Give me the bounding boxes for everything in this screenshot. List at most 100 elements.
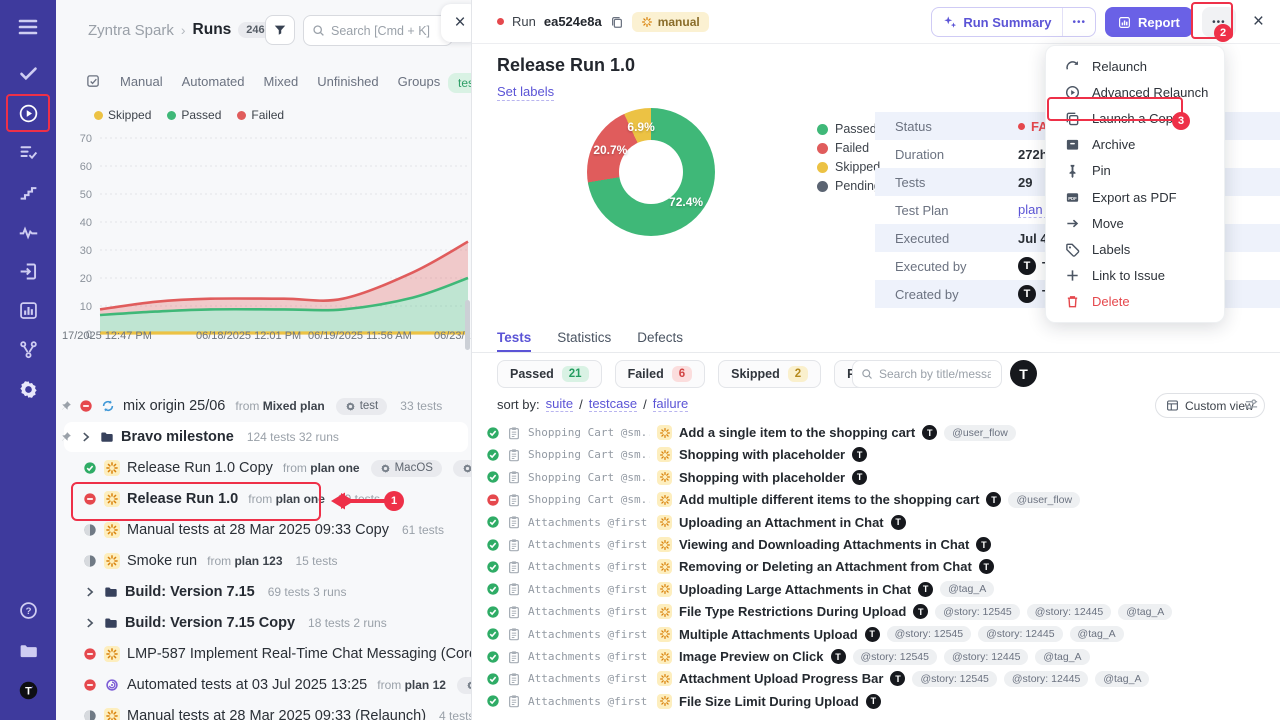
run-summary-button[interactable]: Run Summary ••• [931, 7, 1096, 37]
suite-name[interactable]: Attachments @first [528, 516, 650, 529]
run-tag[interactable]: test [457, 677, 472, 694]
sidebar-profile-logo[interactable]: T [12, 674, 44, 706]
test-title[interactable]: File Type Restrictions During Upload [679, 604, 906, 619]
test-tag[interactable]: @user_flow [1008, 492, 1080, 508]
set-labels-link[interactable]: Set labels [497, 84, 554, 101]
suite-name[interactable]: Shopping Cart @sm... [528, 493, 650, 506]
test-tag[interactable]: @user_flow [944, 425, 1016, 441]
test-tag[interactable]: @story: 12445 [1027, 604, 1111, 620]
test-row[interactable]: Shopping Cart @sm...Add a single item to… [486, 422, 1280, 443]
chevron-right-icon[interactable] [79, 430, 93, 444]
run-filter-tab-mixed[interactable]: Mixed [264, 74, 299, 89]
sort-link-failure[interactable]: failure [653, 396, 688, 412]
sidebar-tasks-icon[interactable] [12, 136, 44, 168]
test-row[interactable]: Attachments @first File Size Limit During… [486, 691, 1280, 712]
test-tag[interactable]: @tag_A [940, 581, 994, 597]
suite-name[interactable]: Shopping Cart @sm... [528, 471, 650, 484]
test-title[interactable]: Uploading Large Attachments in Chat [679, 582, 911, 597]
test-row[interactable]: Attachments @first Multiple Attachments U… [486, 624, 1280, 645]
test-title[interactable]: Multiple Attachments Upload [679, 627, 858, 642]
test-row[interactable]: Attachments @firstAttachment Upload Prog… [486, 668, 1280, 689]
copy-run-id-button[interactable] [610, 15, 624, 29]
run-list-item[interactable]: Release Run 1.0from plan one29 tests [64, 484, 468, 514]
test-tag[interactable]: @story: 12545 [887, 626, 971, 642]
filter-pill-failed[interactable]: Failed6 [615, 360, 706, 388]
suite-name[interactable]: Attachments @first [528, 672, 650, 685]
breadcrumb-project[interactable]: Zyntra Spark [88, 22, 174, 39]
view-settings-button[interactable] [1244, 397, 1259, 417]
test-tag[interactable]: @story: 12545 [912, 671, 996, 687]
user-avatar[interactable]: T [1010, 360, 1037, 387]
menu-item-move[interactable]: Move [1046, 210, 1224, 236]
suite-name[interactable]: Attachments @first [528, 583, 650, 596]
test-tag[interactable]: @tag_A [1035, 649, 1089, 665]
drawer-close-button[interactable]: × [441, 4, 472, 42]
breadcrumb-section[interactable]: Runs [193, 21, 232, 39]
sidebar-signin-icon[interactable] [12, 255, 44, 287]
sort-link-suite[interactable]: suite [546, 396, 573, 412]
suite-name[interactable]: Attachments @first [528, 695, 650, 708]
suite-name[interactable]: Attachments @first [528, 628, 650, 641]
run-tag[interactable]: MacOS [371, 460, 442, 477]
test-tag[interactable]: @tag_A [1070, 626, 1124, 642]
test-title[interactable]: Shopping with placeholder [679, 447, 845, 462]
sidebar-runs-play-icon[interactable] [12, 97, 44, 129]
filter-pill-skipped[interactable]: Skipped2 [718, 360, 821, 388]
test-row[interactable]: Attachments @firstViewing and Downloadin… [486, 534, 1280, 555]
runs-search[interactable] [303, 15, 453, 46]
run-list-item[interactable]: mix origin 25/06from Mixed plantest33 te… [64, 391, 468, 421]
chevron-right-icon[interactable] [83, 616, 97, 630]
run-summary-more-button[interactable]: ••• [1062, 8, 1095, 36]
sidebar-branch-icon[interactable] [12, 333, 44, 365]
run-list-item[interactable]: LMP-587 Implement Real-Time Chat Messagi… [64, 639, 468, 669]
menu-item-pin[interactable]: Pin [1046, 158, 1224, 184]
run-close-button[interactable]: × [1253, 11, 1264, 33]
test-row[interactable]: Shopping Cart @sm... Add multiple differe… [486, 489, 1280, 510]
sidebar-help-icon[interactable]: ? [12, 594, 44, 626]
test-tag[interactable]: @story: 12445 [978, 626, 1062, 642]
run-list-item[interactable]: Automated tests at 03 Jul 2025 13:25from… [64, 670, 468, 700]
run-list-item[interactable]: Manual tests at 28 Mar 2025 09:33 (Relau… [64, 701, 468, 720]
menu-item-relaunch[interactable]: Relaunch [1046, 53, 1224, 79]
run-tag[interactable]: test [336, 398, 388, 415]
test-title[interactable]: File Size Limit During Upload [679, 694, 859, 709]
run-filter-tab-unfinished[interactable]: Unfinished [317, 74, 378, 89]
test-row[interactable]: Attachments @firstRemoving or Deleting a… [486, 556, 1280, 577]
menu-item-delete[interactable]: Delete [1046, 289, 1224, 315]
run-list-item[interactable]: Build: Version 7.15 Copy18 tests 2 runs [64, 608, 468, 638]
suite-name[interactable]: Attachments @first [528, 605, 650, 618]
run-list-item[interactable]: Bravo milestone124 tests 32 runs [64, 422, 468, 452]
test-title[interactable]: Image Preview on Click [679, 649, 824, 664]
menu-item-archive[interactable]: Archive [1046, 132, 1224, 158]
filter-pill-passed[interactable]: Passed21 [497, 360, 602, 388]
test-row[interactable]: Attachments @first Image Preview on Click… [486, 646, 1280, 667]
menu-item-launch-a-copy[interactable]: Launch a Copy [1046, 105, 1224, 131]
clipped-tag-badge[interactable]: tes [448, 73, 472, 93]
result-tab-tests[interactable]: Tests [497, 330, 531, 352]
sidebar-check-icon[interactable] [12, 57, 44, 89]
run-list-item[interactable]: Manual tests at 28 Mar 2025 09:33 Copy61… [64, 515, 468, 545]
test-row[interactable]: Attachments @first Uploading an Attachmen… [486, 512, 1280, 533]
test-tag[interactable]: @tag_A [1095, 671, 1149, 687]
run-tag[interactable]: dev [453, 460, 472, 477]
sort-link-testcase[interactable]: testcase [589, 396, 637, 412]
test-title[interactable]: Uploading an Attachment in Chat [679, 515, 884, 530]
run-list-item[interactable]: Smoke runfrom plan 12315 tests [64, 546, 468, 576]
test-row[interactable]: Shopping Cart @sm...Shopping with placeh… [486, 467, 1280, 488]
test-row[interactable]: Shopping Cart @sm... Shopping with placeh… [486, 444, 1280, 465]
test-tag[interactable]: @tag_A [1118, 604, 1172, 620]
run-filter-tab-automated[interactable]: Automated [182, 74, 245, 89]
test-row[interactable]: Attachments @first File Type Restrictions… [486, 601, 1280, 622]
suite-name[interactable]: Attachments @first [528, 650, 650, 663]
result-tab-defects[interactable]: Defects [637, 330, 683, 352]
suite-name[interactable]: Shopping Cart @sm... [528, 448, 650, 461]
sidebar-settings-icon[interactable] [12, 373, 44, 405]
tests-search-input[interactable] [879, 367, 991, 381]
test-title[interactable]: Add multiple different items to the shop… [679, 492, 979, 507]
drawer-scrollbar[interactable] [465, 300, 470, 350]
sidebar-activity-icon[interactable] [12, 216, 44, 248]
menu-item-link-to-issue[interactable]: Link to Issue [1046, 263, 1224, 289]
menu-item-labels[interactable]: Labels [1046, 236, 1224, 262]
sidebar-analytics-icon[interactable] [12, 294, 44, 326]
select-all-icon[interactable] [86, 74, 101, 89]
